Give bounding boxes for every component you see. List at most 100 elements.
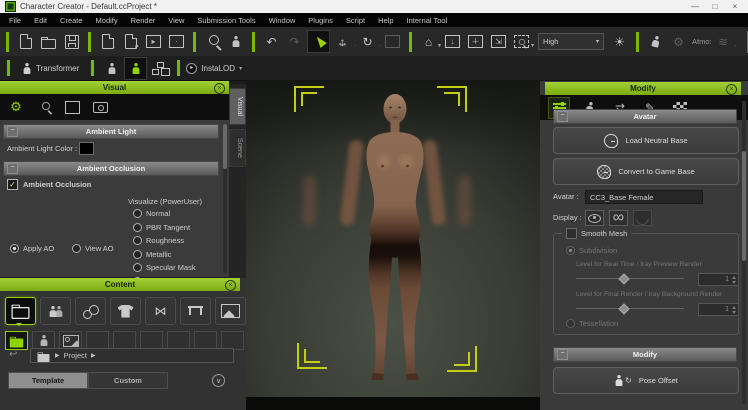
undo-button[interactable]: ↶	[261, 31, 282, 52]
menu-item[interactable]: Render	[131, 16, 156, 25]
send-to-button[interactable]: ▸	[143, 31, 164, 52]
display-extra-button[interactable]: ◡	[633, 210, 652, 226]
ambient-occlusion-section[interactable]: − Ambient Occlusion	[3, 161, 219, 176]
tab-render-settings[interactable]: ⚙	[6, 97, 26, 117]
category-stage-button[interactable]	[215, 297, 246, 325]
modify-scrollbar[interactable]	[742, 101, 746, 404]
category-props-button[interactable]	[180, 297, 211, 325]
atmosphere-settings-button[interactable]: ⚙	[668, 31, 689, 52]
visualize-option-radio[interactable]: Roughness	[133, 236, 200, 245]
export-button[interactable]: ▸	[120, 31, 141, 52]
category-cloth-button[interactable]	[110, 297, 141, 325]
ambient-light-color-swatch[interactable]	[79, 142, 94, 155]
wind-effect-button[interactable]: ≋	[713, 31, 734, 52]
scrollbar-thumb[interactable]	[223, 124, 227, 169]
tab-template[interactable]: Template	[8, 372, 88, 389]
collapse-icon[interactable]: −	[557, 349, 568, 360]
menu-item[interactable]: File	[9, 16, 21, 25]
category-project-button[interactable]	[5, 297, 36, 325]
modify-panel-header[interactable]: Modify ×	[545, 82, 741, 95]
motion-button[interactable]	[645, 31, 666, 52]
ambient-light-section[interactable]: − Ambient Light	[3, 124, 219, 139]
visualize-option-radio[interactable]: Specular Mask	[133, 263, 200, 272]
instalod-button[interactable]: ▸ InstaLOD ▾	[186, 63, 242, 74]
menu-item[interactable]: Internal Tool	[407, 16, 448, 25]
scrollbar-thumb[interactable]	[742, 151, 746, 261]
redo-button[interactable]: ↷	[284, 31, 305, 52]
level-final-slider[interactable]	[576, 303, 684, 313]
menu-item[interactable]: Modify	[96, 16, 118, 25]
display-eye-button[interactable]	[585, 210, 604, 226]
fit-view-button[interactable]: ⇲	[488, 31, 509, 52]
menu-item[interactable]: Create	[60, 16, 83, 25]
visualize-option-radio[interactable]: PBR Tangent	[133, 223, 200, 232]
content-panel-header[interactable]: Content ×	[0, 278, 240, 291]
scale-tool-button[interactable]	[382, 31, 403, 52]
menu-item[interactable]: Script	[346, 16, 365, 25]
zoom-to-character-button[interactable]	[202, 31, 223, 52]
menu-item[interactable]: Submission Tools	[197, 16, 255, 25]
maximize-button[interactable]: □	[707, 0, 723, 13]
camera-frame-button[interactable]	[511, 31, 532, 52]
spinner-up-icon[interactable]	[732, 306, 736, 309]
view-ao-radio[interactable]: View AO	[72, 244, 114, 253]
category-material-button[interactable]	[75, 297, 106, 325]
tab-shadow[interactable]	[62, 97, 82, 117]
calibration-pose-button[interactable]	[225, 31, 246, 52]
center-view-button[interactable]: ＋	[465, 31, 486, 52]
pose-offset-button[interactable]: ↻ Pose Offset	[553, 367, 739, 394]
quality-select[interactable]: High ▾	[538, 33, 604, 50]
move-tool-dropdown[interactable]: ·	[354, 43, 356, 49]
category-actor-button[interactable]	[40, 297, 71, 325]
ambient-occlusion-checkbox[interactable]: ✓	[7, 179, 18, 190]
level-realtime-slider[interactable]	[576, 273, 684, 283]
menu-item[interactable]: Help	[378, 16, 393, 25]
smooth-mesh-checkbox[interactable]	[566, 228, 577, 239]
select-tool-button[interactable]	[307, 30, 330, 53]
transformer-button[interactable]: Transformer	[16, 60, 85, 77]
save-project-button[interactable]	[61, 31, 82, 52]
visual-panel-header[interactable]: Visual ×	[0, 81, 229, 94]
lighting-button[interactable]: ☀	[609, 31, 630, 52]
tab-custom[interactable]: Custom	[88, 372, 168, 389]
avatar-section[interactable]: − Avatar	[553, 109, 737, 124]
tab-light[interactable]	[34, 97, 54, 117]
collapse-icon[interactable]: −	[557, 111, 568, 122]
open-project-button[interactable]	[38, 31, 59, 52]
subdivision-radio[interactable]: Subdivision	[566, 246, 617, 255]
rotate-tool-button[interactable]: ↻	[357, 31, 378, 52]
render-image-button[interactable]: ·	[166, 31, 187, 52]
breadcrumb-project[interactable]: Project	[64, 351, 87, 360]
menu-item[interactable]: Plugins	[308, 16, 333, 25]
side-tab-scene[interactable]: Scene	[229, 129, 246, 167]
spinner-up-icon[interactable]	[732, 276, 736, 279]
collapse-icon[interactable]: −	[7, 126, 18, 137]
slider-knob[interactable]	[618, 303, 629, 314]
wind-dropdown[interactable]: ·	[735, 43, 737, 49]
visual-scrollbar[interactable]	[223, 124, 227, 273]
avatar-name-input[interactable]: CC3_Base Female	[585, 190, 703, 204]
move-tool-button[interactable]: ↔↕	[332, 31, 353, 52]
level-final-spinner[interactable]: 1	[698, 303, 739, 316]
spinner-down-icon[interactable]	[732, 281, 736, 284]
back-icon[interactable]: ↩	[9, 349, 17, 360]
skin-weight-button[interactable]	[149, 58, 170, 79]
modify-section[interactable]: − Modify	[553, 347, 737, 362]
breadcrumb[interactable]: ▶ Project ▶	[30, 348, 234, 363]
home-view-button[interactable]: ⌂	[418, 31, 439, 52]
collapse-icon[interactable]: −	[7, 163, 18, 174]
minimize-button[interactable]: —	[687, 0, 703, 13]
display-mask-button[interactable]: ∞	[609, 210, 628, 226]
apply-ao-radio[interactable]: Apply AO	[10, 244, 54, 253]
close-button[interactable]: ×	[727, 0, 743, 13]
new-project-button[interactable]	[15, 31, 36, 52]
visualize-option-radio[interactable]: Normal	[133, 209, 200, 218]
level-realtime-spinner[interactable]: 1	[698, 273, 739, 286]
tab-camera[interactable]	[90, 97, 110, 117]
frame-selected-button[interactable]: ↓	[442, 31, 463, 52]
slider-knob[interactable]	[618, 273, 629, 284]
subcategory-folder[interactable]	[5, 331, 28, 350]
import-button[interactable]: ↓	[97, 31, 118, 52]
spinner-down-icon[interactable]	[732, 311, 736, 314]
edit-mesh-button[interactable]	[124, 57, 147, 80]
